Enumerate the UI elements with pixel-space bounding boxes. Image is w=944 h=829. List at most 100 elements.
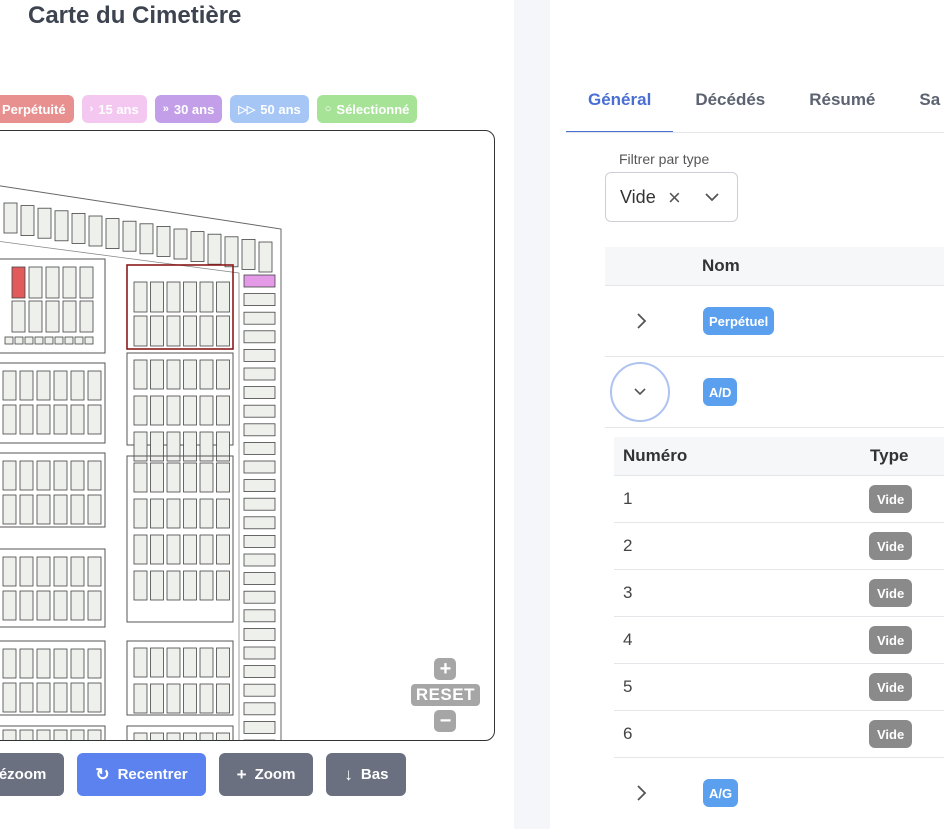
grave-plot[interactable] (199, 683, 214, 714)
grave-plot[interactable] (19, 370, 34, 401)
grave-plot[interactable] (44, 336, 54, 345)
grave-plot[interactable] (19, 494, 34, 525)
grave-plot[interactable] (199, 534, 214, 565)
grave-plot[interactable] (166, 732, 181, 741)
grave-plot[interactable] (243, 609, 276, 623)
chevron-down-icon[interactable] (704, 189, 720, 205)
grave-plot[interactable] (150, 498, 164, 529)
grave-plot[interactable] (105, 218, 120, 249)
grave-plot[interactable] (243, 702, 276, 716)
grave-plot[interactable] (150, 732, 164, 741)
grave-plot[interactable] (36, 729, 51, 741)
grave-plot[interactable] (216, 462, 230, 493)
grave-plot[interactable] (11, 300, 26, 333)
grave-plot[interactable] (53, 729, 68, 741)
grave-plot[interactable] (243, 572, 276, 586)
grave-plot[interactable] (216, 498, 230, 529)
grave-plot[interactable] (122, 220, 137, 252)
grave-plot[interactable] (183, 647, 197, 678)
tab-decedes[interactable]: Décédés (673, 70, 787, 133)
grave-plot[interactable] (224, 236, 239, 268)
grave-plot[interactable] (150, 395, 164, 426)
grave-plot[interactable] (166, 683, 181, 714)
grave-plot[interactable] (2, 682, 17, 713)
grave-plot[interactable] (45, 300, 60, 333)
grave-plot[interactable] (87, 494, 102, 525)
grave-plot[interactable] (70, 460, 85, 491)
grave-plot[interactable] (133, 570, 148, 601)
grave-plot[interactable] (207, 233, 222, 265)
grave-plot[interactable] (150, 315, 164, 347)
grave-plot[interactable] (166, 281, 181, 313)
grave-plot[interactable] (88, 215, 103, 247)
grave-plot[interactable] (36, 682, 51, 713)
grave-plot[interactable] (216, 570, 230, 601)
grave-plot[interactable] (190, 231, 205, 262)
grave-plot[interactable] (133, 647, 148, 678)
recentrer-button[interactable]: ↻ Recentrer (77, 753, 206, 796)
grave-plot[interactable] (53, 404, 68, 435)
grave-plot[interactable] (133, 315, 148, 347)
grave-plot[interactable] (74, 336, 84, 345)
grave-plot[interactable] (166, 315, 181, 347)
grave-plot[interactable] (87, 556, 102, 587)
grave-plot[interactable] (87, 682, 102, 713)
grave-plot[interactable] (183, 683, 197, 714)
grave-plot[interactable] (79, 266, 94, 299)
clear-icon[interactable]: × (668, 185, 681, 211)
tab-general[interactable]: Général (566, 70, 674, 133)
grave-plot[interactable] (70, 682, 85, 713)
grave-plot[interactable] (70, 404, 85, 435)
grave-plot[interactable] (87, 729, 102, 741)
grave-plot[interactable] (71, 213, 86, 244)
grave-plot[interactable] (183, 732, 197, 741)
grave-plot[interactable] (166, 647, 181, 678)
table-row[interactable]: 5 Vide (614, 664, 944, 711)
grave-plot[interactable] (2, 404, 17, 435)
grave-plot[interactable] (133, 683, 148, 714)
grave-plot[interactable] (133, 395, 148, 426)
zoom-button[interactable]: + Zoom (218, 753, 314, 796)
map-zoom-in-button[interactable]: + (434, 658, 457, 680)
grave-plot[interactable] (34, 336, 44, 345)
grave-plot[interactable] (62, 300, 77, 333)
grave-plot[interactable] (216, 315, 230, 347)
grave-plot[interactable] (36, 404, 51, 435)
grave-plot[interactable] (199, 315, 214, 347)
grave-plot[interactable] (183, 359, 197, 390)
grave-plot[interactable] (19, 590, 34, 621)
tab-resume[interactable]: Résumé (787, 70, 897, 133)
grave-plot[interactable] (199, 570, 214, 601)
grave-plot[interactable] (70, 494, 85, 525)
bas-button[interactable]: ↓ Bas (326, 753, 407, 796)
grave-plot[interactable] (133, 359, 148, 390)
table-row[interactable]: 2 Vide (614, 523, 944, 570)
table-row[interactable]: 3 Vide (614, 570, 944, 617)
grave-plot[interactable] (216, 732, 230, 741)
grave-plot[interactable] (36, 556, 51, 587)
grave-plot[interactable] (2, 370, 17, 401)
grave-plot[interactable] (4, 336, 14, 345)
grave-plot[interactable] (133, 498, 148, 529)
chevron-right-icon[interactable] (635, 784, 647, 802)
grave-plot[interactable] (70, 590, 85, 621)
grave-plot[interactable] (216, 534, 230, 565)
grave-plot[interactable] (243, 497, 276, 511)
grave-plot[interactable] (36, 590, 51, 621)
grave-plot[interactable] (64, 336, 74, 345)
grave-plot[interactable] (216, 647, 230, 678)
grave-plot[interactable] (216, 683, 230, 714)
grave-plot[interactable] (24, 336, 34, 345)
grave-plot[interactable] (19, 404, 34, 435)
grave-plot[interactable] (2, 556, 17, 587)
grave-plot[interactable] (133, 462, 148, 493)
grave-plot[interactable] (2, 729, 17, 741)
table-row[interactable]: 1 Vide (614, 476, 944, 523)
grave-plot[interactable] (243, 665, 276, 678)
grave-plot[interactable] (20, 205, 35, 236)
grave-plot[interactable] (14, 336, 24, 345)
grave-plot[interactable] (133, 732, 148, 741)
grave-plot[interactable] (53, 460, 68, 491)
grave-plot[interactable] (243, 293, 276, 307)
map-canvas[interactable] (0, 131, 495, 741)
